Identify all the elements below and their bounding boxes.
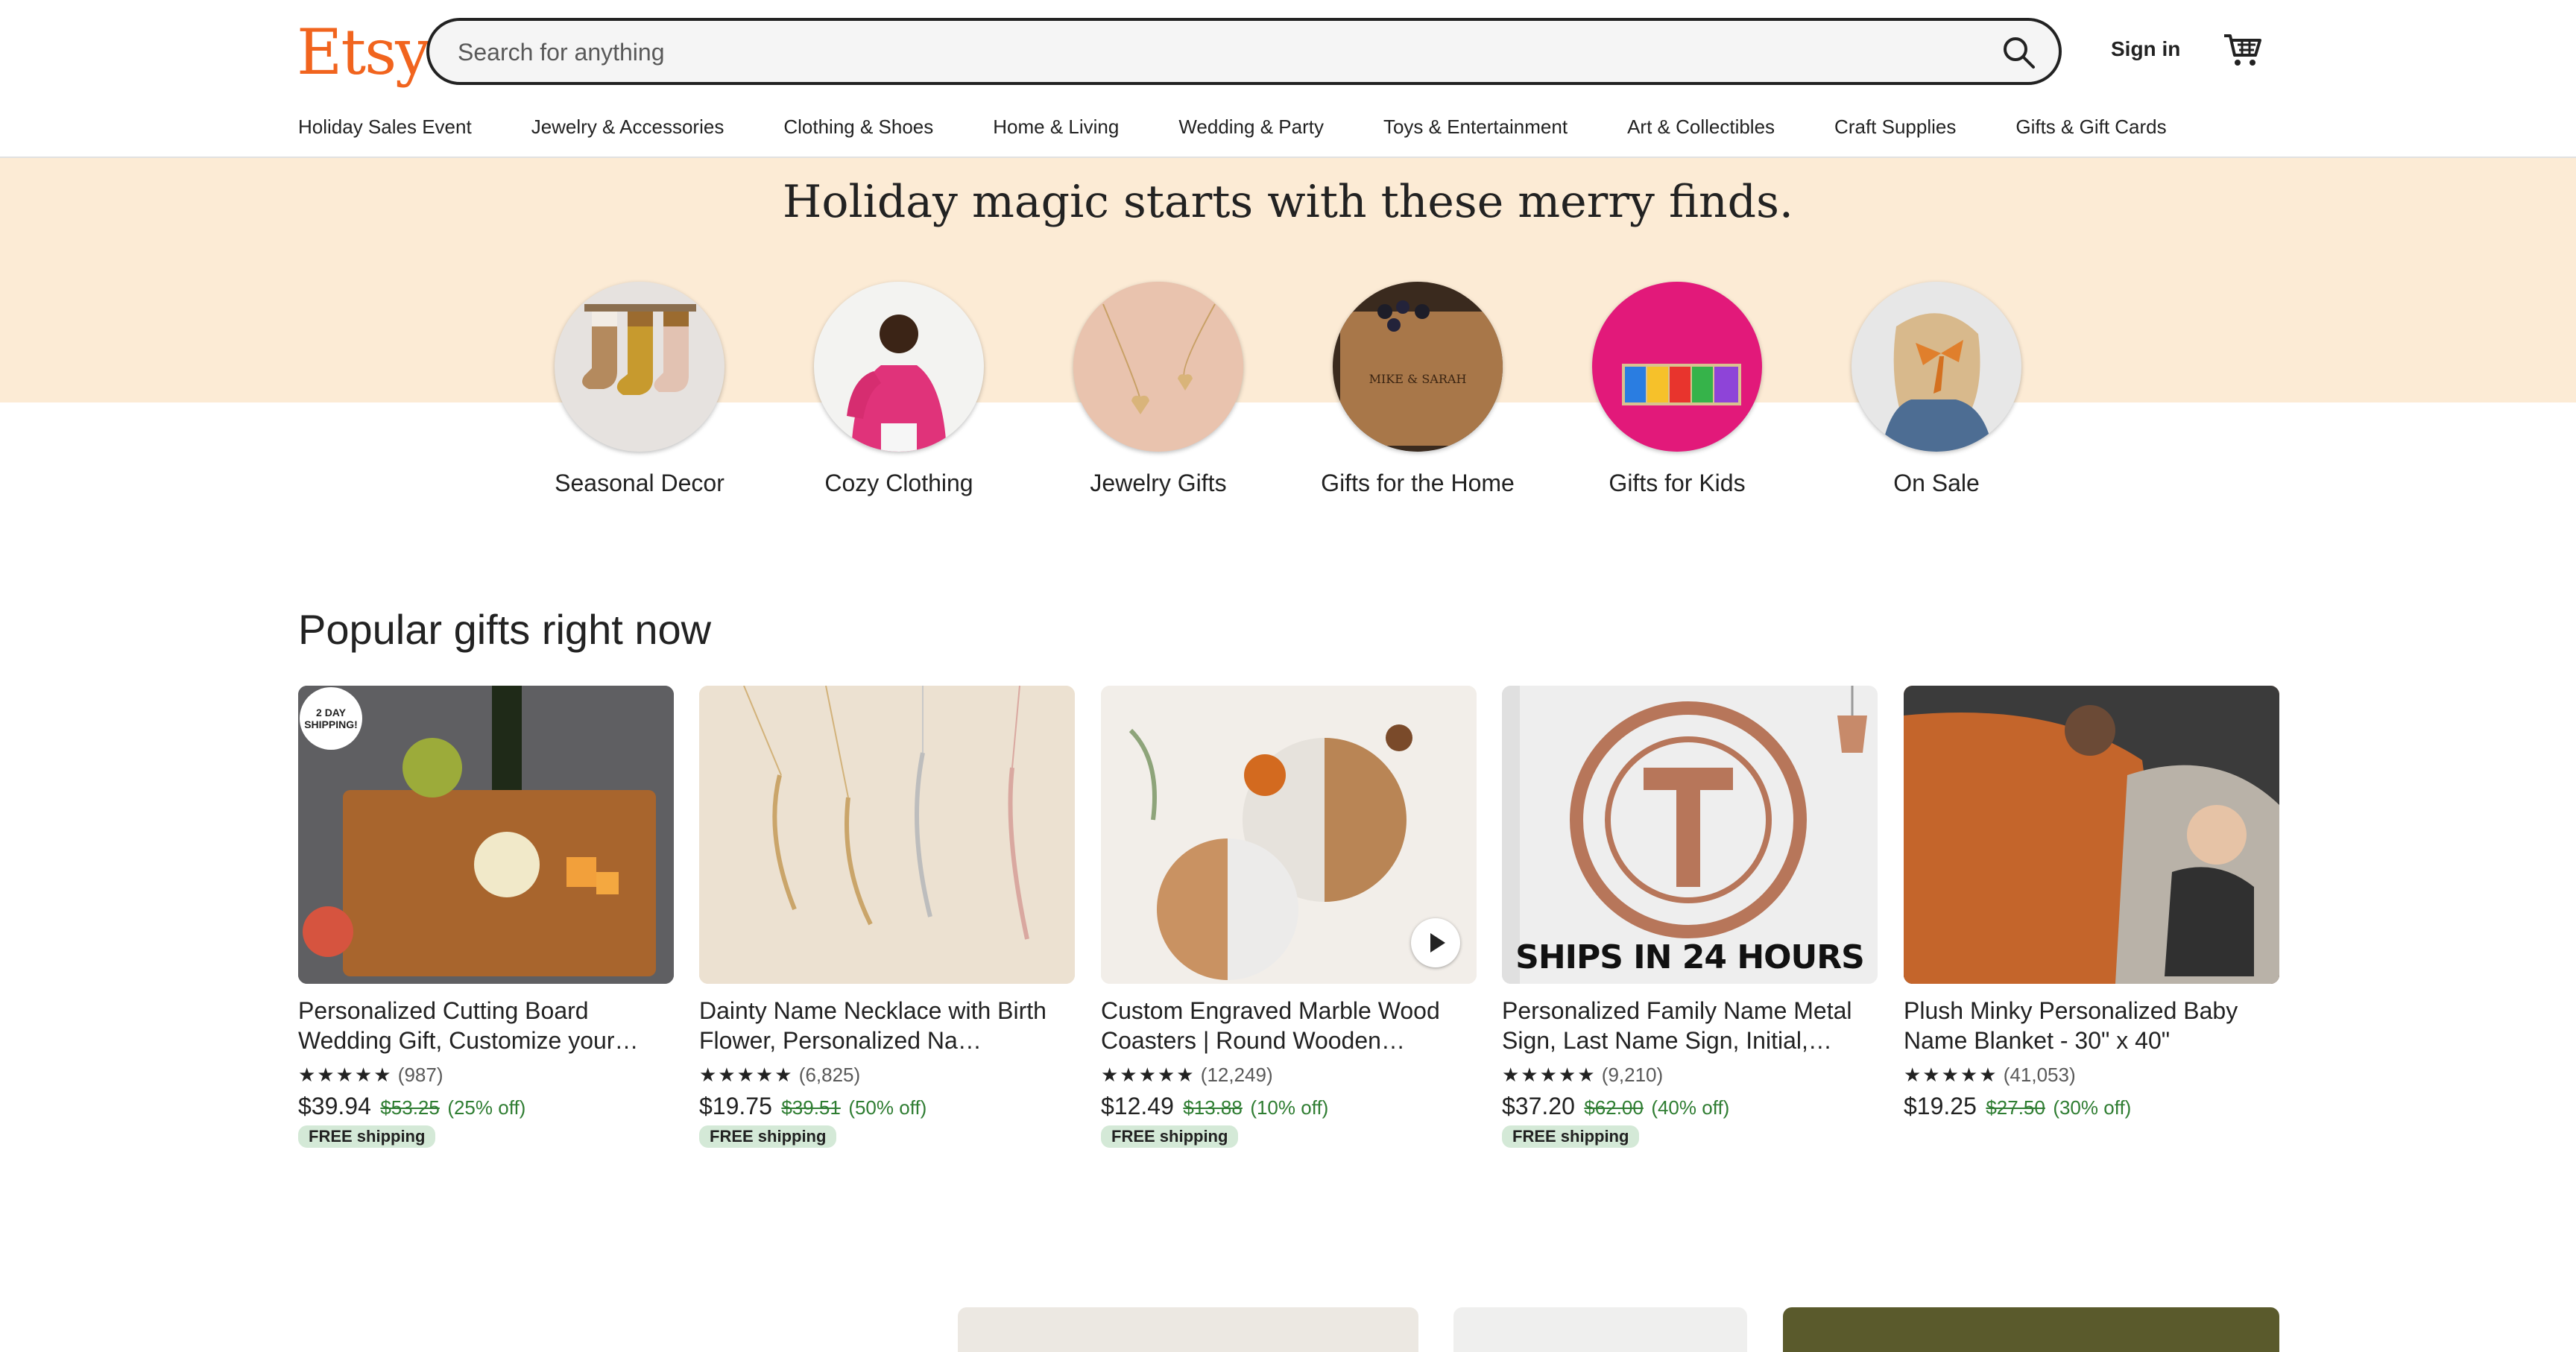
stockings-image[interactable]: [555, 282, 724, 452]
nav-jewelry-accessories[interactable]: Jewelry & Accessories: [531, 113, 724, 140]
product-card[interactable]: 2 DAY SHIPPING! Personalized Cutting Boa…: [298, 686, 674, 1148]
category-seasonal-decor[interactable]: Seasonal Decor: [528, 282, 751, 498]
promo-tile[interactable]: [1783, 1307, 2279, 1352]
product-image[interactable]: [1101, 686, 1477, 984]
promo-tile[interactable]: [958, 1307, 1418, 1352]
sweater-image[interactable]: [814, 282, 984, 452]
category-label: Seasonal Decor: [555, 470, 724, 496]
product-card[interactable]: Dainty Name Necklace with Birth Flower, …: [699, 686, 1075, 1148]
promo-tile[interactable]: [1453, 1307, 1747, 1352]
category-nav: Holiday Sales Event Jewelry & Accessorie…: [298, 113, 2167, 140]
discount-label: (50% off): [848, 1096, 927, 1119]
category-label: Jewelry Gifts: [1090, 470, 1227, 496]
search-bar[interactable]: [426, 18, 2062, 85]
star-rating-icon: ★★★★★: [1101, 1064, 1196, 1086]
review-count: (987): [397, 1064, 443, 1086]
discount-label: (25% off): [447, 1096, 526, 1119]
product-rating: ★★★★★ (41,053): [1904, 1061, 2279, 1088]
star-rating-icon: ★★★★★: [298, 1064, 393, 1086]
product-title[interactable]: Custom Engraved Marble Wood Coasters | R…: [1101, 996, 1477, 1055]
sale-price: $19.75: [699, 1093, 772, 1119]
free-shipping-badge: FREE shipping: [1502, 1125, 1640, 1148]
nav-holiday-sales-event[interactable]: Holiday Sales Event: [298, 113, 472, 140]
nav-toys-entertainment[interactable]: Toys & Entertainment: [1383, 113, 1568, 140]
product-rating: ★★★★★ (9,210): [1502, 1061, 1878, 1088]
original-price: $62.00: [1584, 1096, 1644, 1119]
sale-price: $19.25: [1904, 1093, 1977, 1119]
section-title: Popular gifts right now: [298, 606, 712, 653]
category-on-sale[interactable]: On Sale: [1825, 282, 2048, 498]
sale-price: $39.94: [298, 1093, 371, 1119]
original-price: $13.88: [1183, 1096, 1243, 1119]
original-price: $53.25: [380, 1096, 440, 1119]
product-title[interactable]: Plush Minky Personalized Baby Name Blank…: [1904, 996, 2279, 1055]
discount-label: (10% off): [1250, 1096, 1329, 1119]
product-title[interactable]: Personalized Cutting Board Wedding Gift,…: [298, 996, 674, 1055]
nav-gifts-gift-cards[interactable]: Gifts & Gift Cards: [2015, 113, 2166, 140]
original-price: $39.51: [781, 1096, 841, 1119]
free-shipping-badge: FREE shipping: [699, 1125, 837, 1148]
product-rating: ★★★★★ (12,249): [1101, 1061, 1477, 1088]
nav-wedding-party[interactable]: Wedding & Party: [1178, 113, 1324, 140]
free-shipping-badge: FREE shipping: [1101, 1125, 1239, 1148]
category-jewelry-gifts[interactable]: Jewelry Gifts: [1046, 282, 1270, 498]
category-label: On Sale: [1893, 470, 1980, 496]
name-puzzle-image[interactable]: [1592, 282, 1762, 452]
discount-label: (40% off): [1651, 1096, 1730, 1119]
nav-craft-supplies[interactable]: Craft Supplies: [1834, 113, 1956, 140]
shipping-badge: 2 DAY SHIPPING!: [300, 687, 362, 750]
category-gifts-for-kids[interactable]: Gifts for Kids: [1565, 282, 1789, 498]
banner-title: Holiday magic starts with these merry fi…: [783, 176, 1793, 228]
price-row: $37.20 $62.00 (40% off): [1502, 1091, 1878, 1121]
review-count: (9,210): [1601, 1064, 1664, 1086]
etsy-logo[interactable]: Etsy: [297, 13, 431, 91]
nav-art-collectibles[interactable]: Art & Collectibles: [1627, 113, 1775, 140]
search-input[interactable]: [456, 21, 1950, 83]
nav-clothing-shoes[interactable]: Clothing & Shoes: [783, 113, 933, 140]
price-row: $12.49 $13.88 (10% off): [1101, 1091, 1477, 1121]
free-shipping-badge: FREE shipping: [298, 1125, 436, 1148]
video-play-button[interactable]: [1411, 918, 1460, 967]
ships-overlay-label: SHIPS IN 24 HOURS: [1515, 938, 1865, 976]
star-rating-icon: ★★★★★: [699, 1064, 794, 1086]
category-label: Gifts for Kids: [1609, 470, 1746, 496]
cutting-board-image[interactable]: MIKE & SARAH: [1333, 282, 1503, 452]
product-image[interactable]: SHIPS IN 24 HOURS: [1502, 686, 1878, 984]
category-cozy-clothing[interactable]: Cozy Clothing: [787, 282, 1011, 498]
star-rating-icon: ★★★★★: [1502, 1064, 1597, 1086]
sale-price: $12.49: [1101, 1093, 1174, 1119]
product-image[interactable]: 2 DAY SHIPPING!: [298, 686, 674, 984]
product-image[interactable]: [1904, 686, 2279, 984]
site-header: Etsy Sign in Holiday Sales Event Jewelry…: [0, 0, 2576, 158]
discount-label: (30% off): [2053, 1096, 2132, 1119]
category-label: Gifts for the Home: [1321, 470, 1515, 496]
review-count: (6,825): [798, 1064, 861, 1086]
hair-bow-image[interactable]: [1852, 282, 2021, 452]
necklace-image[interactable]: [1073, 282, 1243, 452]
cart-icon[interactable]: [2221, 28, 2263, 70]
sale-price: $37.20: [1502, 1093, 1575, 1119]
product-card[interactable]: SHIPS IN 24 HOURS Personalized Family Na…: [1502, 686, 1878, 1148]
product-card[interactable]: Plush Minky Personalized Baby Name Blank…: [1904, 686, 2279, 1121]
price-row: $19.25 $27.50 (30% off): [1904, 1091, 2279, 1121]
product-title[interactable]: Dainty Name Necklace with Birth Flower, …: [699, 996, 1075, 1055]
play-icon: [1430, 933, 1445, 953]
product-card[interactable]: Custom Engraved Marble Wood Coasters | R…: [1101, 686, 1477, 1148]
nav-home-living[interactable]: Home & Living: [993, 113, 1119, 140]
price-row: $39.94 $53.25 (25% off): [298, 1091, 674, 1121]
price-row: $19.75 $39.51 (50% off): [699, 1091, 1075, 1121]
product-rating: ★★★★★ (987): [298, 1061, 674, 1088]
category-gifts-for-the-home[interactable]: MIKE & SARAH Gifts for the Home: [1306, 282, 1530, 498]
category-label: Cozy Clothing: [824, 470, 973, 496]
svg-text:MIKE & SARAH: MIKE & SARAH: [1369, 372, 1467, 386]
review-count: (12,249): [1200, 1064, 1273, 1086]
original-price: $27.50: [1986, 1096, 2045, 1119]
sign-in-button[interactable]: Sign in: [2111, 37, 2180, 61]
product-image[interactable]: [699, 686, 1075, 984]
product-title[interactable]: Personalized Family Name Metal Sign, Las…: [1502, 996, 1878, 1055]
star-rating-icon: ★★★★★: [1904, 1064, 1998, 1086]
product-rating: ★★★★★ (6,825): [699, 1061, 1075, 1088]
search-icon[interactable]: [2001, 34, 2036, 70]
review-count: (41,053): [2003, 1064, 2076, 1086]
